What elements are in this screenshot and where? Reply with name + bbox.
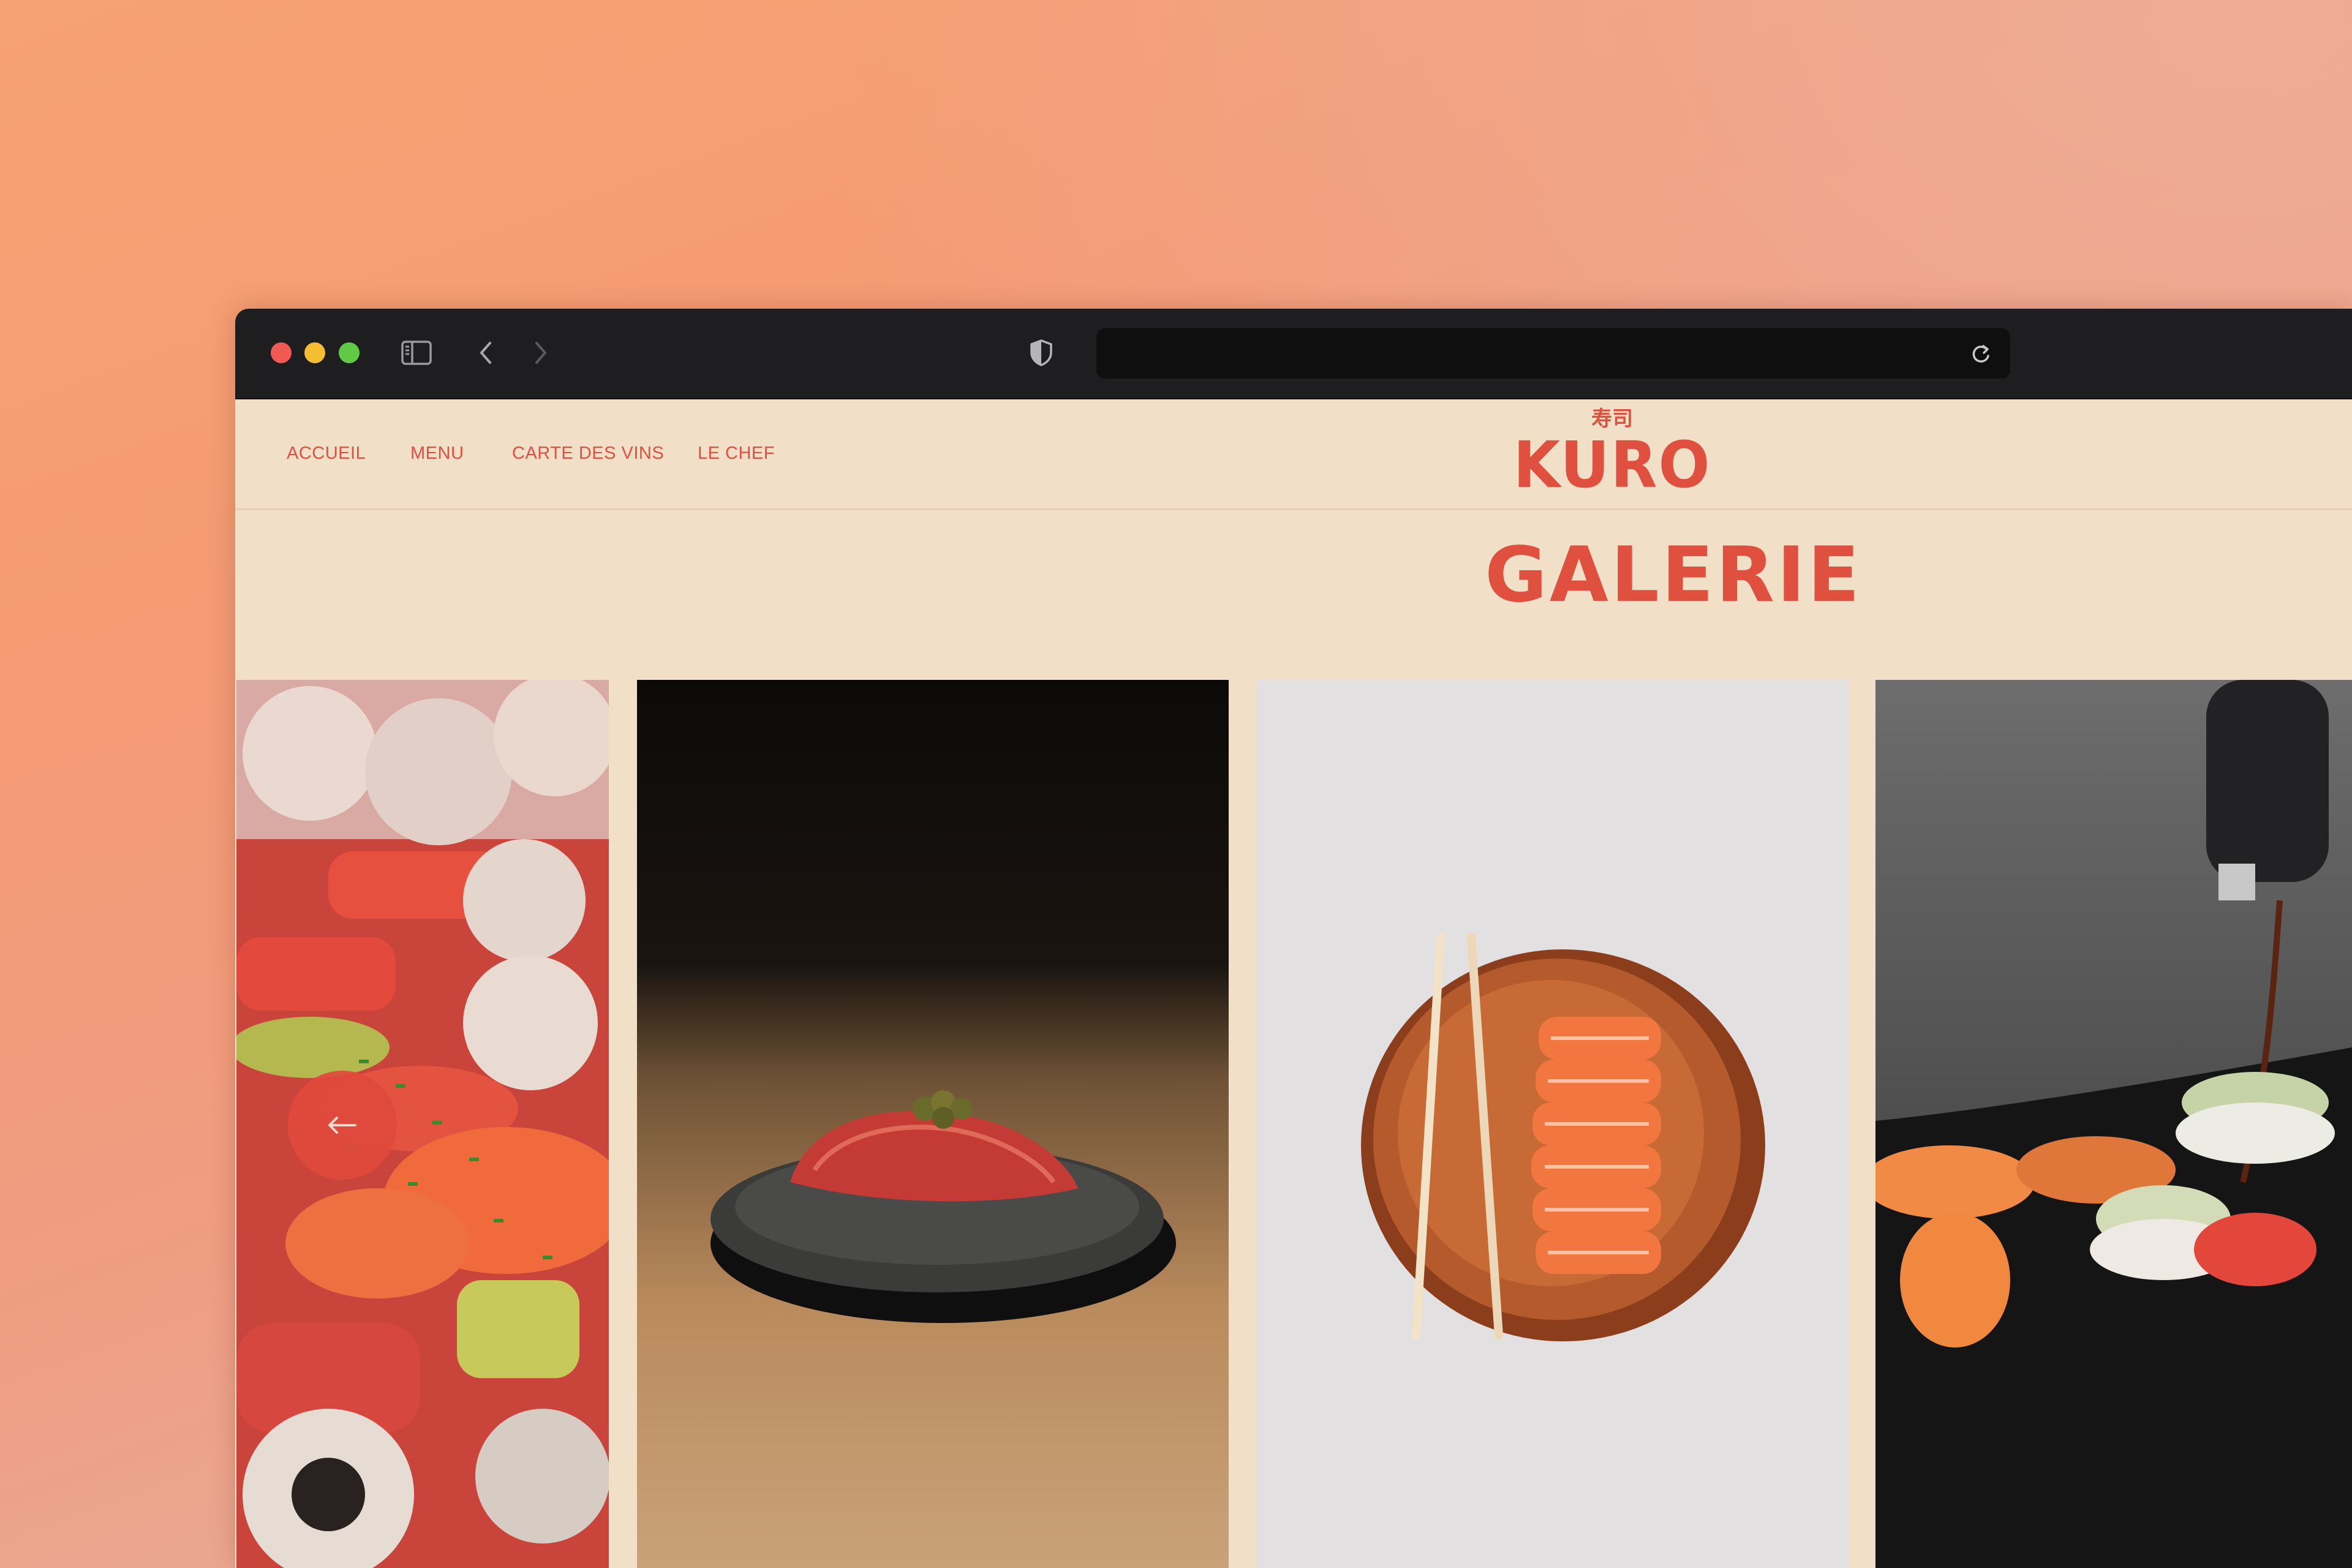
forward-chevron-icon[interactable] [524,338,556,368]
maximize-window-button[interactable] [339,342,360,363]
gallery-title: GALERIE [1485,531,1862,619]
tuna-nigiri-photo[interactable] [637,680,1229,1568]
close-window-button[interactable] [271,342,292,363]
arrow-left-icon [328,1117,356,1134]
soy-sauce-sushi-photo[interactable] [1875,680,2352,1568]
gallery-prev-button[interactable] [288,1071,397,1180]
sidebar-icon[interactable] [401,338,432,368]
address-bar[interactable] [1096,328,2010,379]
reload-icon[interactable] [1965,339,1997,368]
site-header: ACCUEIL MENU CARTE DES VINS LE CHEF 寿司 K… [235,399,2352,510]
browser-toolbar [235,309,2352,399]
nav-link-menu[interactable]: MENU [410,442,464,464]
salmon-nigiri-plate-photo[interactable] [1257,680,1849,1568]
nav-link-le-chef[interactable]: LE CHEF [698,442,775,464]
shield-icon[interactable] [1025,338,1057,368]
back-chevron-icon[interactable] [470,338,502,368]
nav-link-accueil[interactable]: ACCUEIL [287,442,366,464]
site-logo[interactable]: KURO [1496,431,1728,499]
minimize-window-button[interactable] [304,342,325,363]
nav-link-carte-des-vins[interactable]: CARTE DES VINS [512,442,664,464]
